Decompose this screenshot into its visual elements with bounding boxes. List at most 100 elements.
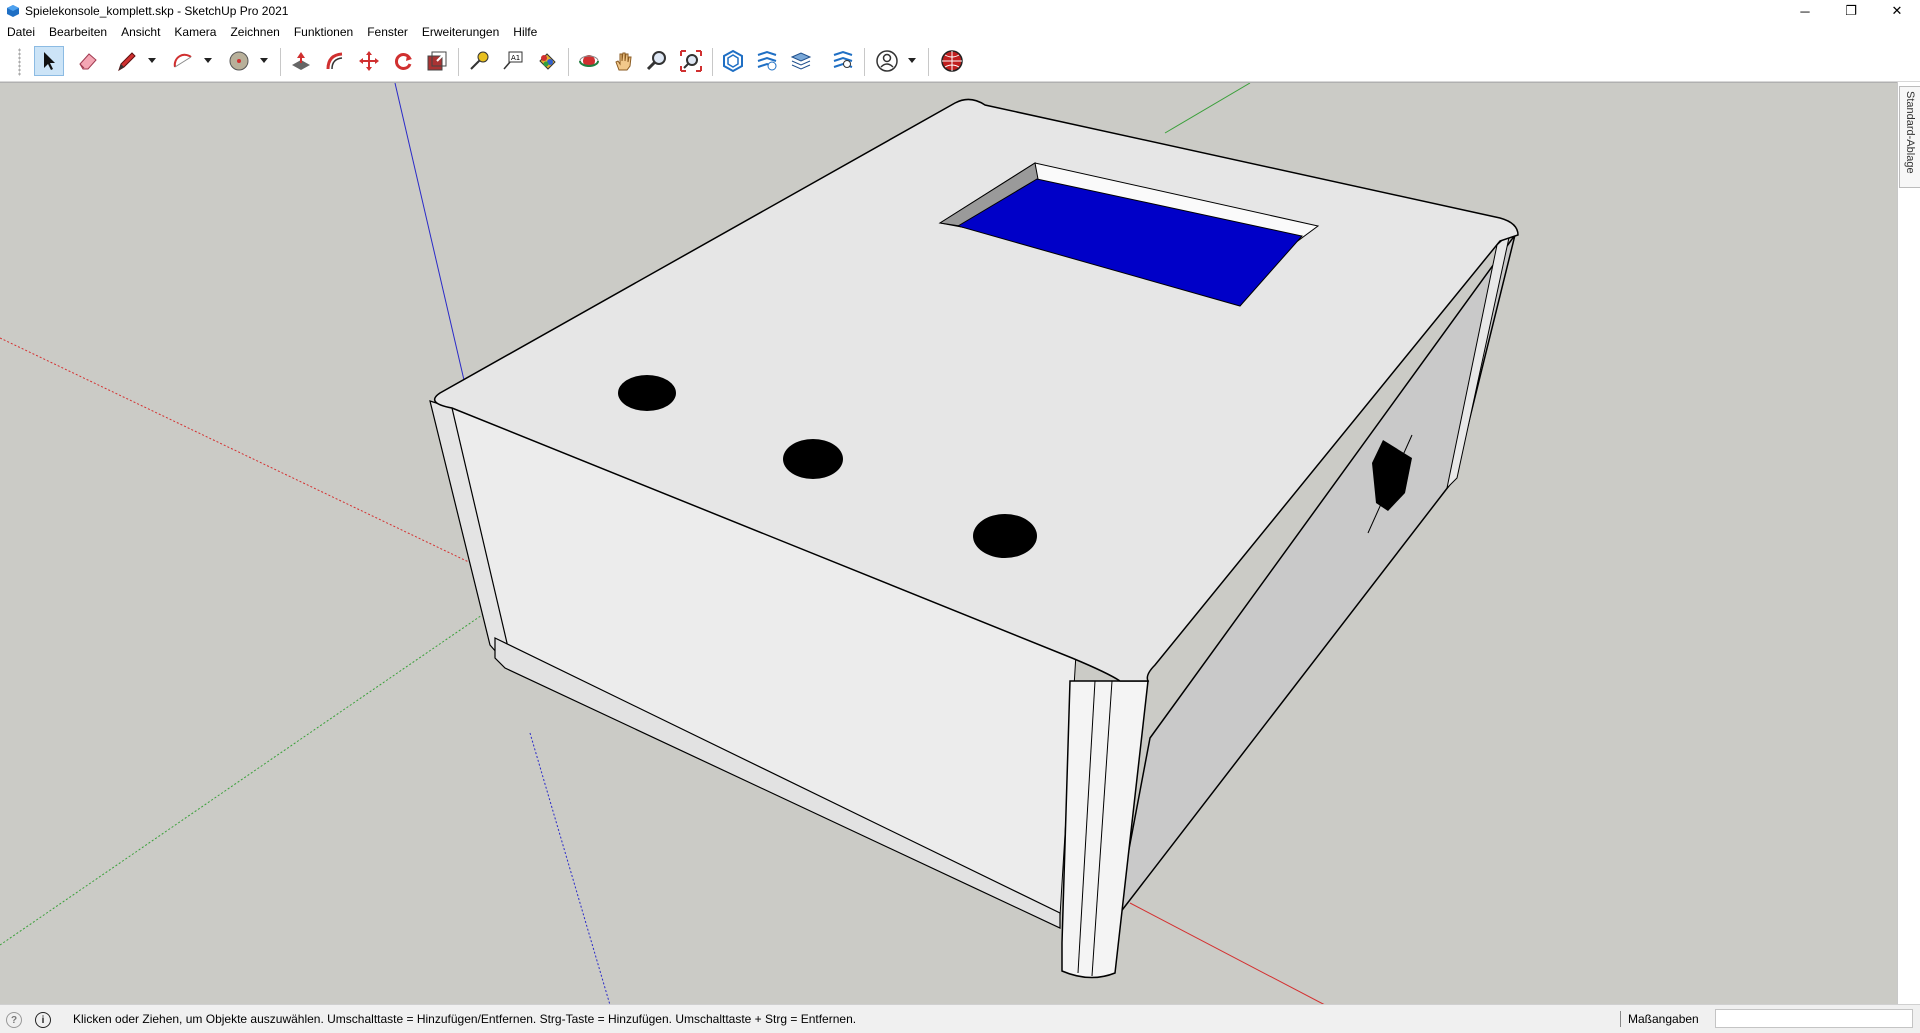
account-button[interactable] bbox=[872, 46, 902, 76]
close-button[interactable]: ✕ bbox=[1874, 0, 1920, 22]
push-pull-tool[interactable] bbox=[286, 46, 316, 76]
layout-button[interactable] bbox=[786, 46, 816, 76]
menu-ansicht[interactable]: Ansicht bbox=[114, 25, 167, 39]
warehouse-icon bbox=[723, 49, 743, 73]
menu-erweiterungen[interactable]: Erweiterungen bbox=[415, 25, 506, 39]
blue-axis bbox=[394, 83, 468, 394]
rotate-icon bbox=[394, 53, 412, 70]
scale-icon bbox=[427, 51, 447, 71]
minimize-button[interactable]: ─ bbox=[1782, 0, 1828, 22]
hand-icon bbox=[615, 52, 632, 71]
select-tool[interactable] bbox=[34, 46, 64, 76]
chevron-down-icon bbox=[204, 58, 212, 63]
magnifier-icon bbox=[646, 51, 666, 71]
text-tool-glyph: A1 bbox=[511, 54, 520, 62]
game-button-1 bbox=[618, 375, 676, 411]
arrow-icon bbox=[44, 52, 55, 70]
sketchup-logo-icon bbox=[7, 5, 19, 17]
ruby-console-button[interactable] bbox=[937, 46, 967, 76]
menu-hilfe[interactable]: Hilfe bbox=[506, 25, 544, 39]
text-icon: A1 bbox=[503, 51, 523, 70]
paint-bucket-icon bbox=[539, 53, 556, 70]
toolbar-separator bbox=[280, 48, 281, 76]
toolbar-separator bbox=[712, 48, 713, 76]
measurements-separator bbox=[1620, 1011, 1621, 1027]
tape-measure-tool[interactable] bbox=[464, 46, 494, 76]
paint-bucket-tool[interactable] bbox=[532, 46, 562, 76]
menu-bearbeiten[interactable]: Bearbeiten bbox=[42, 25, 114, 39]
globe-icon bbox=[941, 50, 963, 72]
zoom-extents-icon bbox=[680, 50, 702, 72]
offset-icon bbox=[326, 52, 343, 70]
offset-tool[interactable] bbox=[320, 46, 350, 76]
pan-tool[interactable] bbox=[608, 46, 638, 76]
tray-tab-label: Standard-Ablage bbox=[1904, 91, 1916, 174]
extension-manager-icon bbox=[833, 50, 853, 68]
menu-funktionen[interactable]: Funktionen bbox=[287, 25, 360, 39]
menu-fenster[interactable]: Fenster bbox=[360, 25, 415, 39]
tape-measure-icon bbox=[470, 51, 489, 70]
move-tool[interactable] bbox=[354, 46, 384, 76]
status-message: Klicken oder Ziehen, um Objekte auszuwäh… bbox=[73, 1012, 857, 1026]
zoom-tool[interactable] bbox=[642, 46, 672, 76]
extension-icon bbox=[757, 50, 777, 71]
menu-zeichnen[interactable]: Zeichnen bbox=[223, 25, 286, 39]
line-tool[interactable] bbox=[112, 46, 142, 76]
toolbar-separator bbox=[864, 48, 865, 76]
toolbar-separator bbox=[928, 48, 929, 76]
game-button-2 bbox=[783, 439, 843, 479]
scale-tool[interactable] bbox=[422, 46, 452, 76]
text-tool[interactable]: A1 bbox=[498, 46, 528, 76]
info-icon[interactable]: i bbox=[35, 1012, 51, 1028]
tray-tab-standard-ablage[interactable]: Standard-Ablage bbox=[1899, 86, 1920, 188]
rotate-tool[interactable] bbox=[388, 46, 418, 76]
geo-location-icon[interactable]: ? bbox=[6, 1012, 22, 1028]
red-axis-dotted bbox=[0, 337, 476, 566]
3d-warehouse-button[interactable] bbox=[718, 46, 748, 76]
push-pull-icon bbox=[292, 52, 310, 70]
toolbar-separator bbox=[568, 48, 569, 76]
zoom-extents-tool[interactable] bbox=[676, 46, 706, 76]
chevron-down-icon bbox=[908, 58, 916, 63]
status-bar: ? i Klicken oder Ziehen, um Objekte ausz… bbox=[0, 1004, 1920, 1033]
arc-icon bbox=[173, 53, 192, 68]
shape-tool[interactable] bbox=[224, 46, 254, 76]
line-dropdown[interactable] bbox=[146, 46, 158, 76]
eraser-icon bbox=[79, 53, 97, 70]
arc-dropdown[interactable] bbox=[202, 46, 214, 76]
account-dropdown[interactable] bbox=[906, 46, 918, 76]
toolbar-separator bbox=[458, 48, 459, 76]
extension-warehouse-button[interactable] bbox=[752, 46, 782, 76]
measurements-label: Maßangaben bbox=[1628, 1012, 1699, 1026]
chevron-down-icon bbox=[148, 58, 156, 63]
game-button-3 bbox=[973, 514, 1037, 558]
main-toolbar: A1 bbox=[0, 42, 1920, 82]
orbit-tool[interactable] bbox=[574, 46, 604, 76]
pencil-icon bbox=[118, 52, 136, 72]
circle-icon bbox=[229, 51, 249, 71]
extension-manager-button[interactable] bbox=[828, 46, 858, 76]
right-tray: Standard-Ablage bbox=[1897, 82, 1920, 1004]
measurements-input[interactable] bbox=[1715, 1009, 1913, 1028]
menu-kamera[interactable]: Kamera bbox=[167, 25, 223, 39]
model-scene[interactable] bbox=[0, 83, 1897, 1005]
window-title: Spielekonsole_komplett.skp - SketchUp Pr… bbox=[25, 4, 289, 18]
layout-icon bbox=[790, 52, 812, 70]
menu-datei[interactable]: Datei bbox=[0, 25, 42, 39]
green-axis-dotted bbox=[0, 612, 486, 946]
eraser-tool[interactable] bbox=[73, 46, 103, 76]
blue-axis-dotted bbox=[529, 732, 611, 1005]
toolbar-grip[interactable] bbox=[18, 48, 21, 76]
arc-tool[interactable] bbox=[168, 46, 198, 76]
window-controls: ─ ❐ ✕ bbox=[1782, 0, 1920, 22]
model-viewport[interactable] bbox=[0, 82, 1897, 1005]
restore-button[interactable]: ❐ bbox=[1828, 0, 1874, 22]
red-axis bbox=[1129, 902, 1326, 1005]
green-axis bbox=[1164, 83, 1251, 134]
menu-bar: Datei Bearbeiten Ansicht Kamera Zeichnen… bbox=[0, 22, 1920, 42]
chevron-down-icon bbox=[260, 58, 268, 63]
orbit-icon bbox=[579, 55, 599, 67]
shape-dropdown[interactable] bbox=[258, 46, 270, 76]
user-icon bbox=[876, 50, 898, 72]
move-icon bbox=[359, 51, 379, 71]
